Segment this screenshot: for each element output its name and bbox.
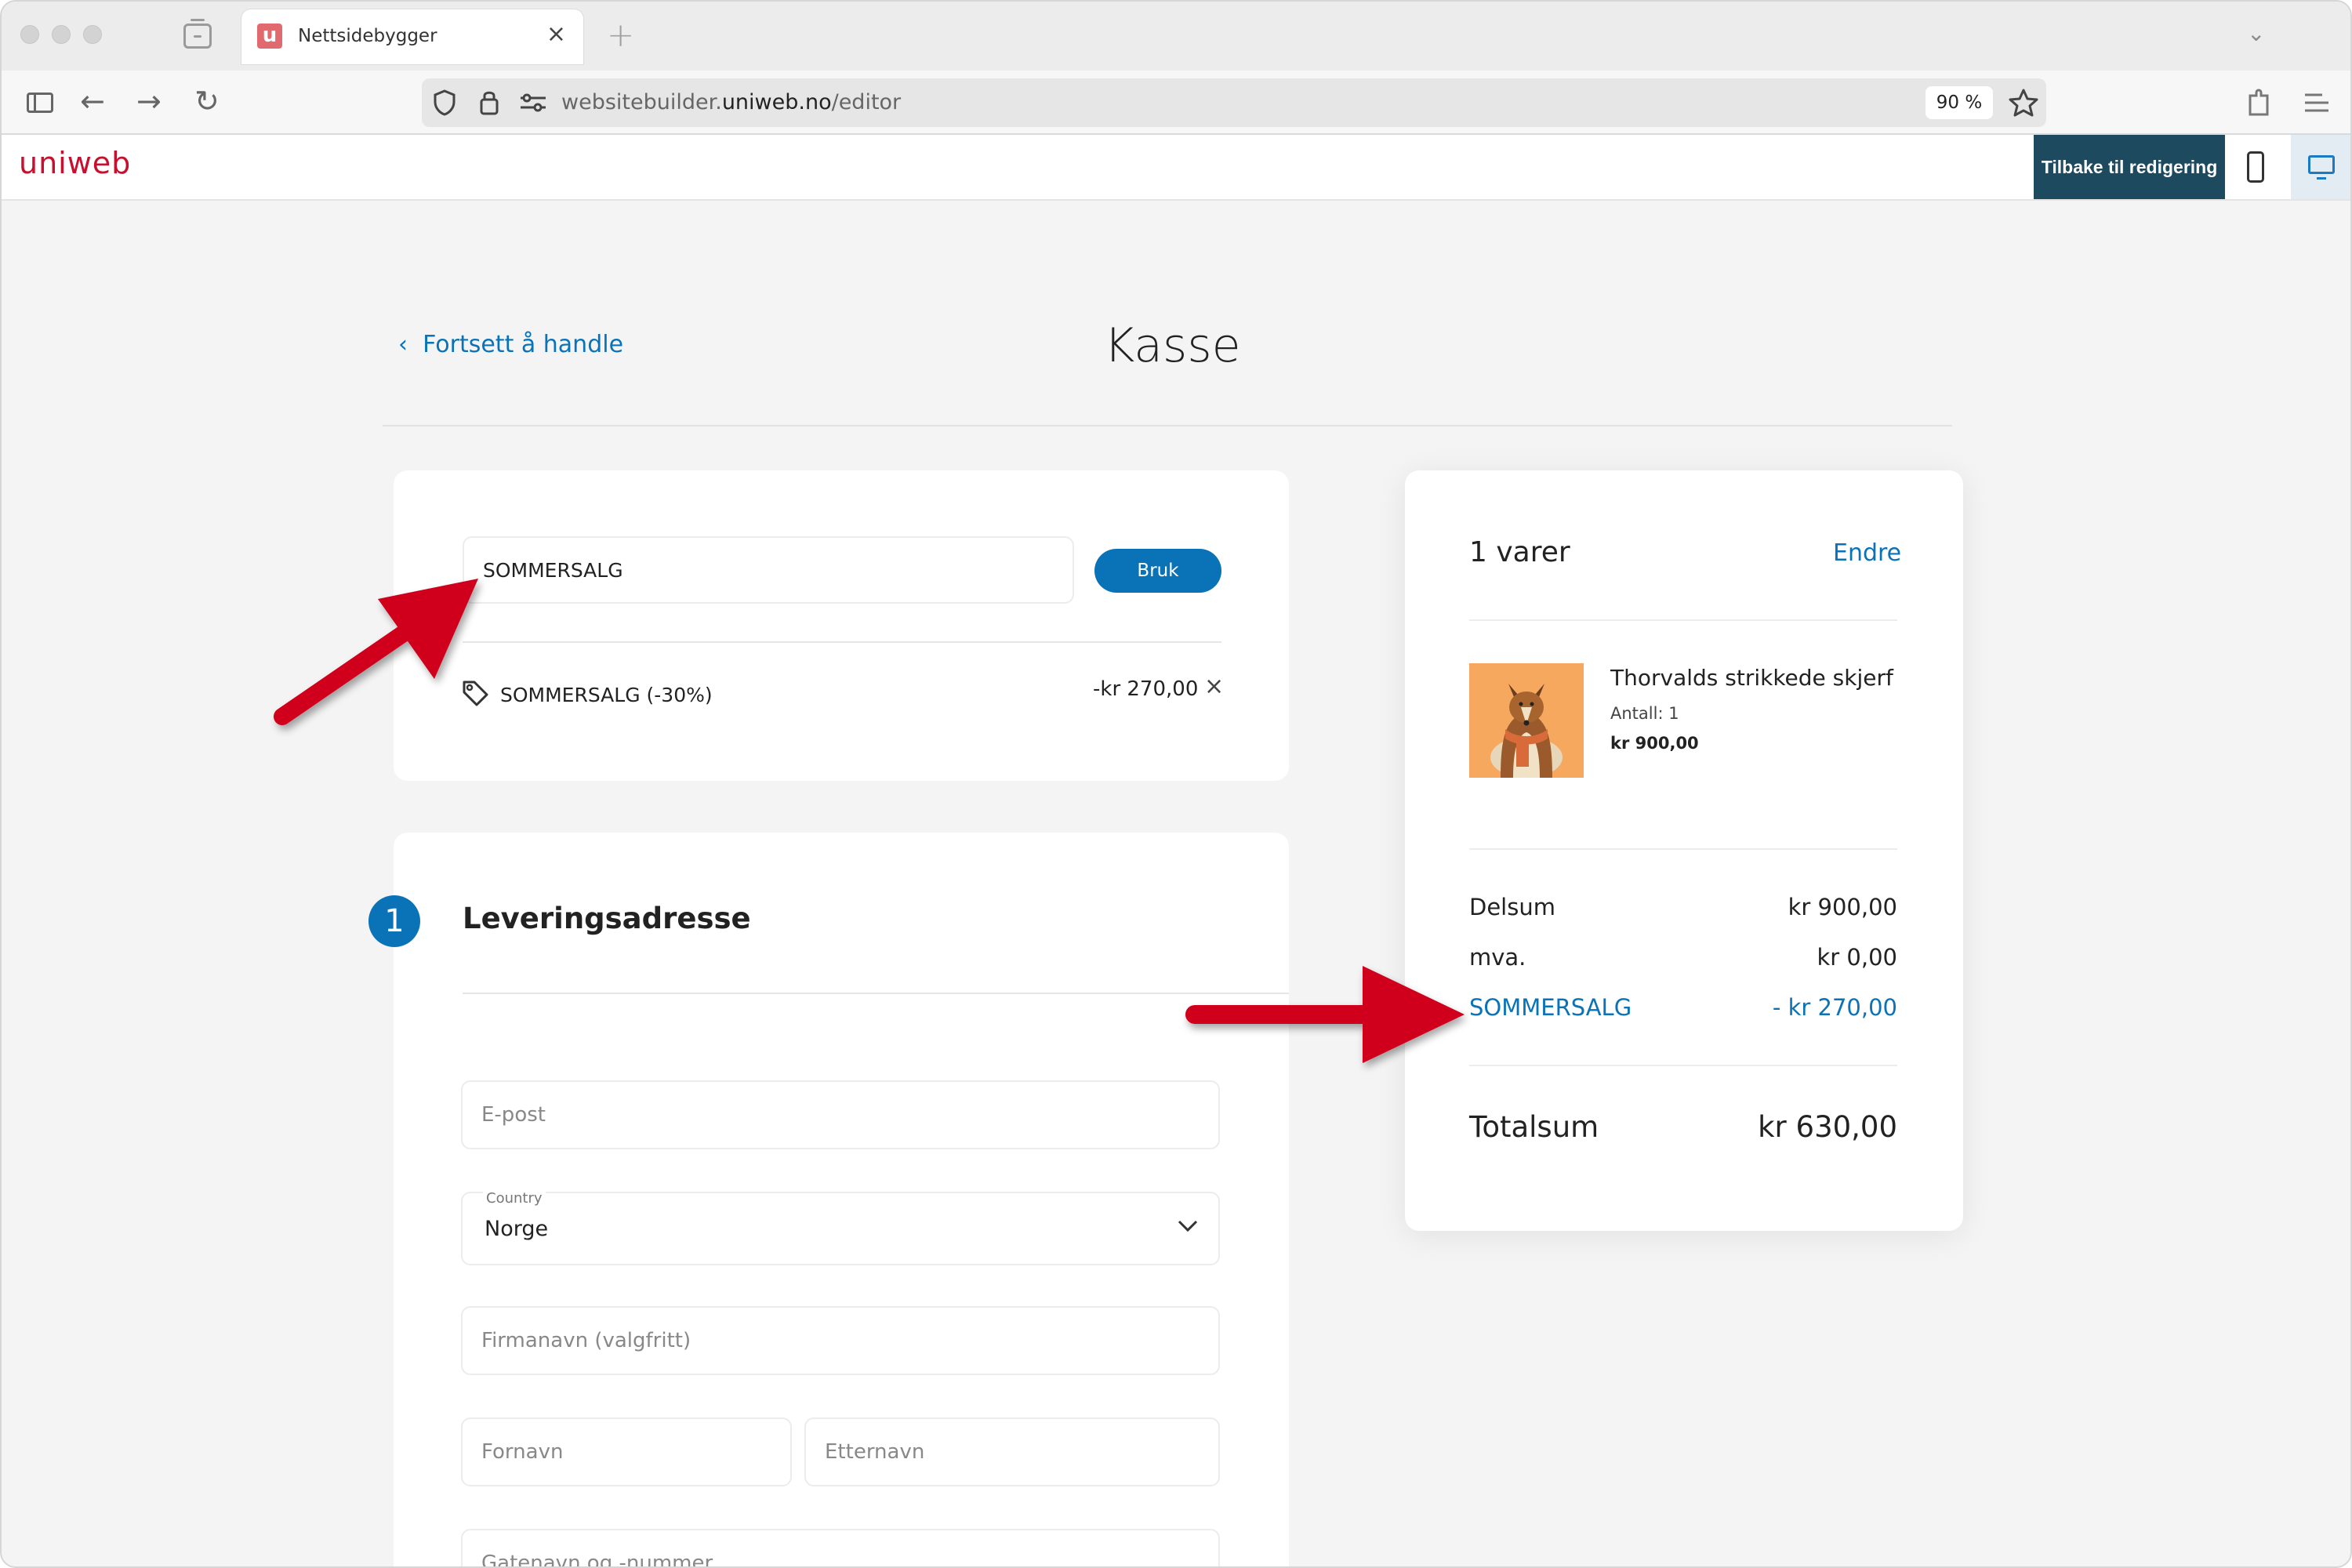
url-path: /editor [831, 90, 902, 114]
chevron-down-icon[interactable]: ⌄ [2247, 20, 2265, 46]
tab-bar: u Nettsidebygger × + ⌄ [2, 2, 2350, 71]
new-tab-icon[interactable]: + [607, 16, 634, 54]
subtotal-label: Delsum [1469, 894, 1555, 920]
url-prefix: websitebuilder. [561, 90, 722, 114]
desktop-monitor-icon [2308, 155, 2335, 180]
menu-icon[interactable] [2303, 89, 2330, 116]
discount-code-card: Bruk SOMMERSALG (-30%) -kr 270,00 × [394, 470, 1289, 781]
reload-icon[interactable]: ↻ [194, 82, 220, 121]
zoom-level-badge[interactable]: 90 % [1926, 86, 1993, 119]
browser-window: u Nettsidebygger × + ⌄ ← → ↻ websitebuil… [0, 0, 2352, 1568]
bookmark-star-icon[interactable] [2009, 88, 2038, 118]
browser-toolbar: ← → ↻ websitebuilder.uniweb.no/editor 90… [2, 71, 2350, 135]
uniweb-logo: uniweb [19, 146, 132, 180]
minimize-window-button[interactable] [52, 25, 71, 44]
extensions-icon[interactable] [2245, 88, 2272, 118]
back-arrow-icon[interactable]: ← [80, 82, 105, 121]
applied-discount-amount: -kr 270,00 [1093, 677, 1199, 701]
edit-cart-link[interactable]: Endre [1833, 539, 1901, 567]
tab-overview-icon[interactable] [183, 19, 212, 49]
divider [1469, 848, 1897, 850]
divider [1469, 1065, 1897, 1066]
country-select[interactable]: Country Norge [461, 1190, 1220, 1265]
order-summary-card: 1 varer Endre Thorvalds strikkede skjerf… [1405, 470, 1963, 1231]
items-count: 1 varer [1469, 536, 1570, 568]
step-number-badge: 1 [368, 895, 420, 947]
subtotal-value: kr 900,00 [1788, 894, 1897, 920]
discount-code-input[interactable] [463, 536, 1074, 604]
street-address-field[interactable]: Gatenavn og -nummer [461, 1529, 1220, 1566]
mobile-phone-icon [2247, 151, 2264, 183]
url-text[interactable]: websitebuilder.uniweb.no/editor [561, 90, 901, 114]
discount-label: SOMMERSALG [1469, 994, 1632, 1021]
email-field[interactable]: E-post [461, 1080, 1220, 1149]
divider [1469, 619, 1897, 621]
remove-discount-icon[interactable]: × [1204, 673, 1224, 700]
divider [463, 993, 1289, 994]
delivery-address-title: Leveringsadresse [463, 902, 751, 935]
maximize-window-button[interactable] [83, 25, 102, 44]
discount-value: - kr 270,00 [1772, 994, 1897, 1021]
editor-header: uniweb Tilbake til redigering [2, 135, 2350, 201]
vat-value: kr 0,00 [1817, 944, 1897, 971]
chevron-left-icon: ‹ [398, 331, 423, 358]
url-domain: uniweb.no [721, 90, 832, 114]
forward-arrow-icon[interactable]: → [136, 82, 162, 121]
continue-shopping-label: Fortsett å handle [423, 331, 624, 358]
total-value: kr 630,00 [1758, 1110, 1897, 1144]
apply-discount-button[interactable]: Bruk [1094, 549, 1221, 593]
shield-icon[interactable] [433, 89, 456, 116]
tab-title: Nettsidebygger [298, 26, 437, 46]
back-to-editing-button[interactable]: Tilbake til redigering [2034, 135, 2225, 199]
dog-with-scarf-illustration [1469, 663, 1584, 778]
tab-close-icon[interactable]: × [546, 20, 566, 48]
chevron-down-icon [1178, 1220, 1198, 1232]
total-label: Totalsum [1469, 1110, 1599, 1144]
product-image [1469, 663, 1584, 778]
country-label: Country [483, 1190, 546, 1207]
product-name: Thorvalds strikkede skjerf [1610, 665, 1893, 691]
divider [463, 641, 1221, 643]
applied-discount-label: SOMMERSALG (-30%) [500, 684, 713, 706]
annotation-arrow-icon [274, 579, 478, 725]
first-name-field[interactable]: Fornavn [461, 1417, 792, 1486]
country-value: Norge [485, 1217, 549, 1241]
last-name-field[interactable]: Etternavn [804, 1417, 1220, 1486]
continue-shopping-link[interactable]: ‹ Fortsett å handle [398, 331, 623, 358]
site-settings-icon[interactable] [519, 93, 547, 113]
product-price: kr 900,00 [1610, 734, 1699, 753]
page-title: Kasse [1104, 318, 1241, 373]
address-bar[interactable]: websitebuilder.uniweb.no/editor 90 % [422, 78, 2046, 127]
product-quantity: Antall: 1 [1610, 704, 1679, 723]
sidebar-toggle-icon[interactable] [27, 93, 53, 113]
company-name-field[interactable]: Firmanavn (valgfritt) [461, 1306, 1220, 1375]
annotation-arrow-icon [1185, 966, 1465, 1063]
close-window-button[interactable] [20, 25, 39, 44]
uniweb-favicon-icon: u [257, 24, 282, 49]
desktop-preview-button[interactable] [2291, 135, 2350, 199]
lock-icon[interactable] [478, 88, 500, 116]
divider [383, 425, 1952, 426]
mobile-preview-button[interactable] [2225, 135, 2288, 199]
tab-nettsidebygger[interactable]: u Nettsidebygger × [241, 9, 583, 64]
